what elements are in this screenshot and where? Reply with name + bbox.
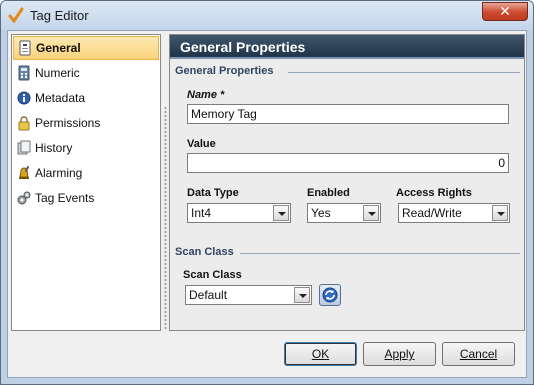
sidebar-item-label: Alarming [35,166,83,180]
cancel-button-label: Cancel [459,347,498,361]
refresh-icon [322,287,338,303]
tag-editor-window: Tag Editor ✕ General Numeric Metadata Pe… [0,0,534,385]
apply-button[interactable]: Apply [363,342,436,366]
name-field[interactable] [187,104,509,124]
close-button[interactable]: ✕ [482,2,528,21]
window-title: Tag Editor [30,8,89,23]
section-title-scan-class: Scan Class [175,246,238,258]
calculator-icon [18,65,30,81]
lock-icon [18,116,30,131]
access-rights-label: Access Rights [396,187,472,199]
apply-button-label: Apply [384,347,415,361]
sidebar-item-label: Permissions [35,116,101,130]
bell-icon [19,165,30,179]
sidebar-item-label: Tag Events [35,191,95,205]
chevron-down-icon[interactable] [294,287,310,303]
chevron-down-icon[interactable] [363,205,379,221]
history-icon [17,140,31,155]
enabled-label: Enabled [307,187,350,199]
enabled-select[interactable]: Yes [307,203,381,223]
section-title-general: General Properties [175,65,278,77]
name-label: Name * [187,89,225,101]
chevron-down-icon[interactable] [273,205,289,221]
title-bar[interactable]: Tag Editor ✕ [1,1,533,30]
access-rights-select[interactable]: Read/Write [398,203,510,223]
section-divider [240,253,520,254]
data-type-label: Data Type [187,187,239,199]
gears-icon [17,191,31,205]
scan-class-select[interactable]: Default [185,285,312,305]
checkmark-brush-icon [8,7,24,23]
edit-scan-class-button[interactable] [319,284,341,306]
sidebar-item-permissions[interactable]: Permissions [13,111,159,135]
value-label: Value [187,138,216,150]
section-divider [288,72,520,73]
scan-class-value: Default [189,288,228,302]
sidebar-item-label: History [35,141,73,155]
sidebar-item-tag-events[interactable]: Tag Events [13,186,159,210]
data-type-value: Int4 [191,206,212,220]
scan-class-label: Scan Class [183,269,242,281]
tag-icon [19,40,31,56]
ok-button[interactable]: OK [284,342,357,366]
data-type-select[interactable]: Int4 [187,203,291,223]
panel-splitter[interactable] [164,106,167,331]
chevron-down-icon[interactable] [492,205,508,221]
cancel-button[interactable]: Cancel [442,342,515,366]
ok-button-label: OK [311,347,330,361]
properties-panel: General Properties General Properties Na… [169,34,525,331]
sidebar-item-label: General [36,41,81,55]
sidebar-item-alarming[interactable]: Alarming [13,161,159,185]
panel-header: General Properties [170,35,524,59]
value-field[interactable] [187,153,509,173]
sidebar-item-label: Metadata [35,91,86,105]
sidebar-item-numeric[interactable]: Numeric [13,61,159,85]
info-icon [17,91,31,105]
sidebar-item-general[interactable]: General [13,36,159,60]
dialog-body: General Numeric Metadata Permissions His… [7,30,527,378]
sidebar-item-metadata[interactable]: Metadata [13,86,159,110]
enabled-value: Yes [311,206,331,220]
sidebar-item-label: Numeric [35,66,80,80]
access-rights-value: Read/Write [402,206,462,220]
sidebar-item-history[interactable]: History [13,136,159,160]
category-sidebar: General Numeric Metadata Permissions His… [11,34,161,331]
